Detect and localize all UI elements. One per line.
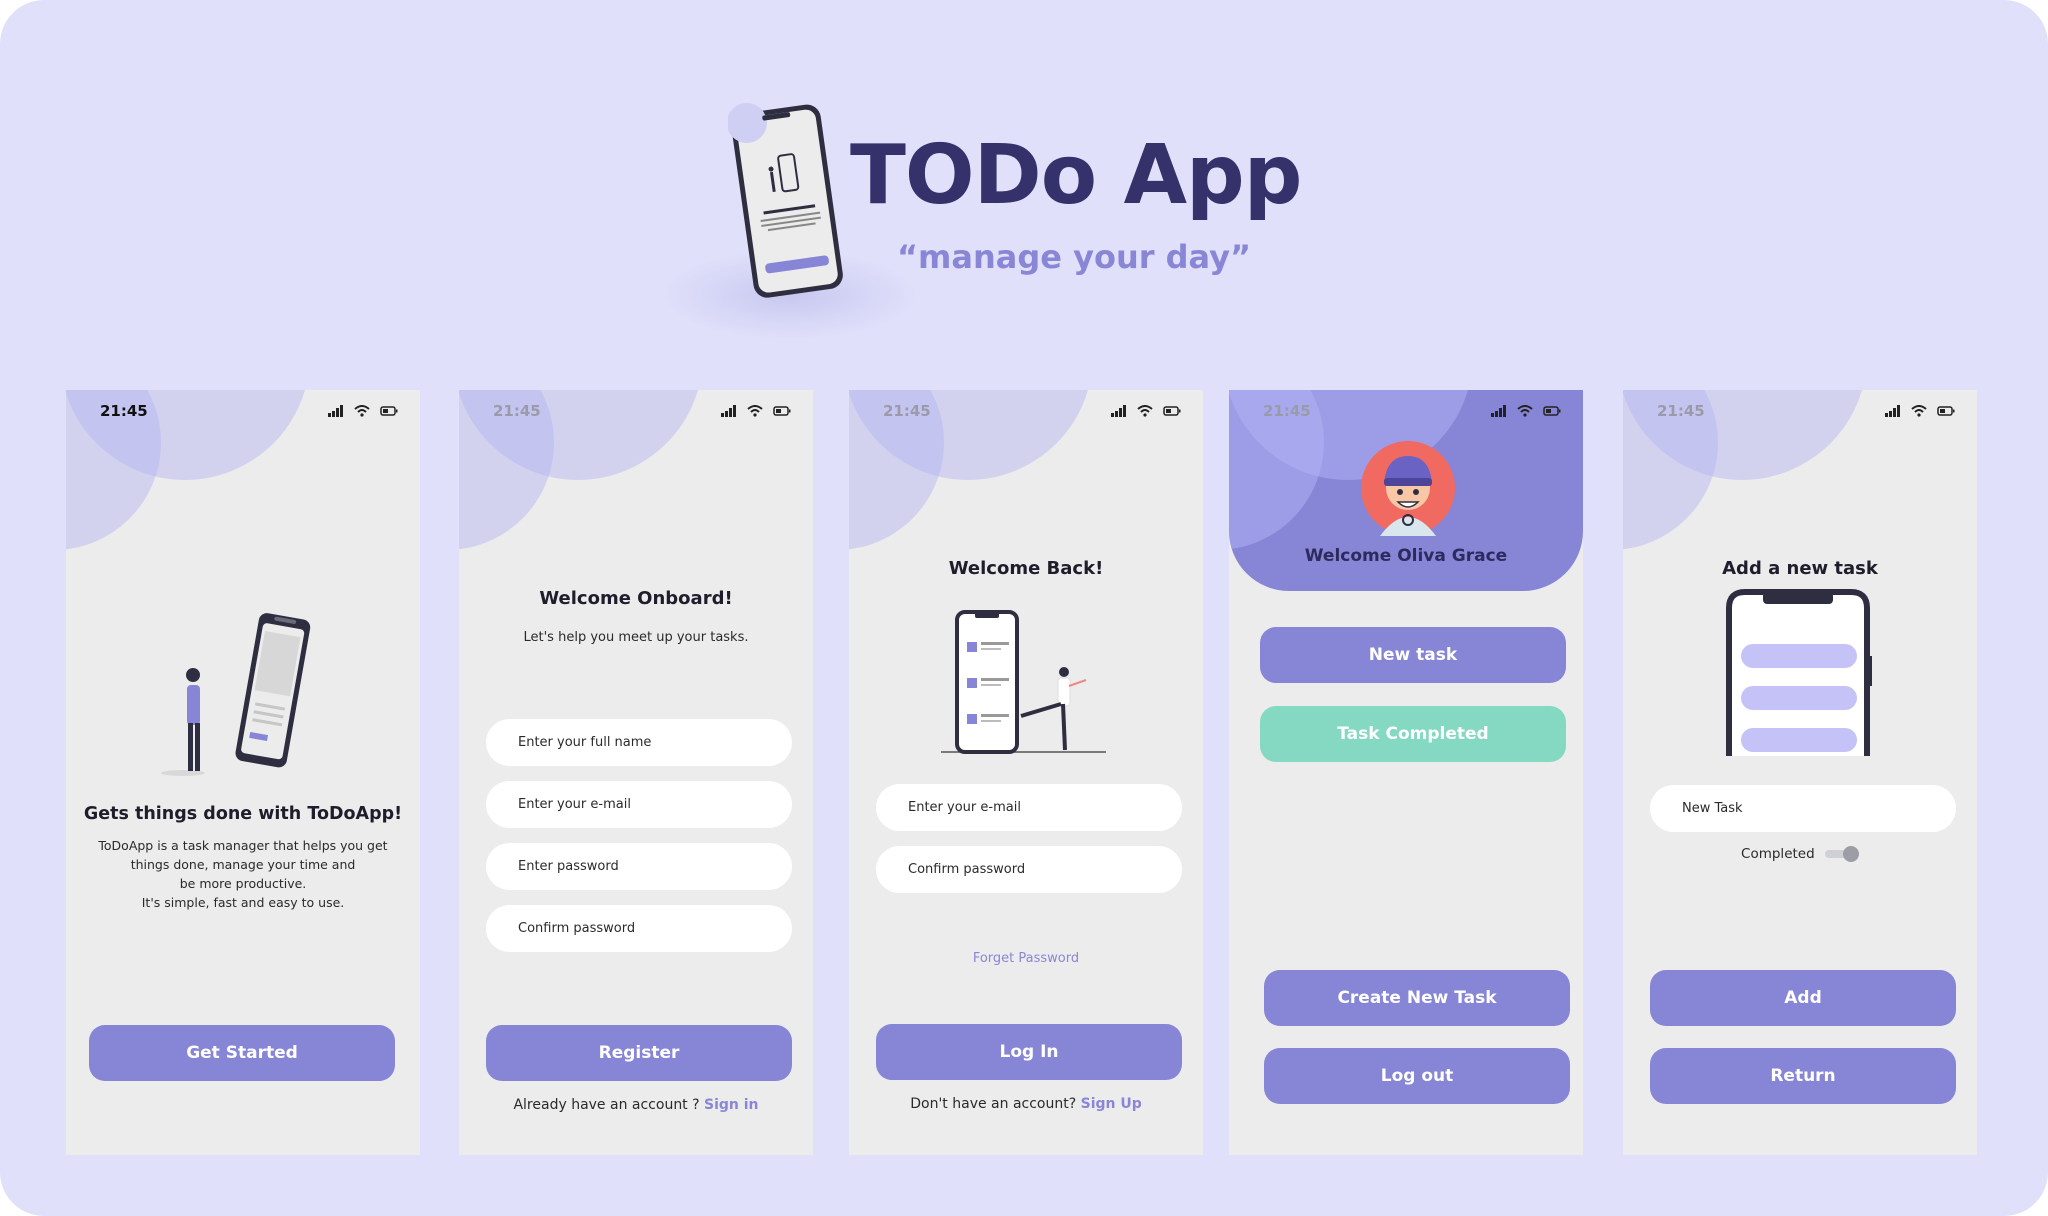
get-started-button[interactable]: Get Started — [89, 1025, 395, 1081]
screen-get-started: 21:45 Gets things done with ToDoApp! ToD… — [66, 390, 420, 1155]
status-time: 21:45 — [883, 402, 931, 420]
status-time: 21:45 — [1263, 402, 1311, 420]
sign-up-link[interactable]: Sign Up — [1081, 1096, 1142, 1112]
sign-up-prompt: Don't have an account? Sign Up — [849, 1096, 1203, 1112]
hero-phone-illustration — [728, 102, 843, 298]
avatar[interactable] — [1360, 440, 1456, 536]
app-tagline: “manage your day” — [897, 238, 1252, 276]
register-heading: Welcome Onboard! — [539, 588, 733, 609]
login-heading: Welcome Back! — [948, 558, 1104, 579]
email-field[interactable]: Enter your e-mail — [486, 781, 792, 828]
status-bar-icons — [1491, 404, 1561, 418]
add-button[interactable]: Add — [1650, 970, 1956, 1026]
battery-icon — [773, 406, 791, 416]
logout-button[interactable]: Log out — [1264, 1048, 1570, 1104]
wifi-icon — [1137, 405, 1153, 417]
sign-up-prompt-text: Don't have an account? — [910, 1096, 1081, 1112]
task-name-field[interactable]: New Task — [1650, 785, 1956, 832]
wifi-icon — [354, 405, 370, 417]
add-task-heading: Add a new task — [1722, 558, 1878, 579]
signal-icon — [1885, 405, 1900, 417]
profile-header: 21:45 Welcome Oliva Grace — [1229, 390, 1583, 591]
sign-in-prompt-text: Already have an account ? — [513, 1097, 705, 1113]
login-email-field[interactable]: Enter your e-mail — [876, 784, 1182, 831]
completed-toggle-row: Completed — [1623, 846, 1977, 862]
onboarding-heading: Gets things done with ToDoApp! — [83, 804, 403, 824]
app-title: TODo App — [850, 128, 1302, 223]
toggle-knob — [1842, 846, 1859, 862]
wifi-icon — [1911, 405, 1927, 417]
create-new-task-button[interactable]: Create New Task — [1264, 970, 1570, 1026]
confirm-password-field[interactable]: Confirm password — [486, 905, 792, 952]
battery-icon — [380, 406, 398, 416]
login-button[interactable]: Log In — [876, 1024, 1182, 1080]
battery-icon — [1163, 406, 1181, 416]
register-subheading: Let's help you meet up your tasks. — [523, 630, 749, 645]
forgot-password-link[interactable]: Forget Password — [973, 951, 1079, 966]
welcome-user-name: Welcome Oliva Grace — [1304, 546, 1508, 566]
status-time: 21:45 — [493, 402, 541, 420]
screen-add-task: 21:45 Add a new task New Task Completed … — [1623, 390, 1977, 1155]
sign-in-link[interactable]: Sign in — [704, 1097, 759, 1113]
battery-icon — [1937, 406, 1955, 416]
password-field[interactable]: Enter password — [486, 843, 792, 890]
wifi-icon — [747, 405, 763, 417]
status-bar-icons — [1885, 404, 1955, 418]
status-time: 21:45 — [100, 402, 148, 420]
signal-icon — [1111, 405, 1126, 417]
login-illustration — [941, 610, 1106, 754]
signal-icon — [721, 405, 736, 417]
status-bar-icons — [328, 404, 398, 418]
signal-icon — [328, 405, 343, 417]
signal-icon — [1491, 405, 1506, 417]
onboarding-description: ToDoApp is a task manager that helps you… — [98, 838, 388, 910]
status-time: 21:45 — [1657, 402, 1705, 420]
phone-list-illustration — [1726, 589, 1872, 756]
person-with-phone-illustration — [161, 613, 311, 776]
forgot-password-row: Forget Password — [849, 951, 1203, 966]
return-button[interactable]: Return — [1650, 1048, 1956, 1104]
full-name-field[interactable]: Enter your full name — [486, 719, 792, 766]
new-task-button[interactable]: New task — [1260, 627, 1566, 683]
completed-label: Completed — [1741, 846, 1815, 862]
battery-icon — [1543, 406, 1561, 416]
register-button[interactable]: Register — [486, 1025, 792, 1081]
status-bar-icons — [721, 404, 791, 418]
screen-login: 21:45 Welcome Back! Enter your e-mail Co… — [849, 390, 1203, 1155]
screen-register: 21:45 Welcome Onboard! Let's help you me… — [459, 390, 813, 1155]
showcase-canvas: TODo App “manage your day” 21:45 Gets th… — [0, 0, 2048, 1216]
login-password-field[interactable]: Confirm password — [876, 846, 1182, 893]
task-completed-button[interactable]: Task Completed — [1260, 706, 1566, 762]
wifi-icon — [1517, 405, 1533, 417]
completed-toggle[interactable] — [1824, 846, 1859, 862]
screen-dashboard: 21:45 Welcome Oliva Grace New task Task … — [1229, 390, 1583, 1155]
status-bar-icons — [1111, 404, 1181, 418]
sign-in-prompt: Already have an account ? Sign in — [459, 1097, 813, 1113]
